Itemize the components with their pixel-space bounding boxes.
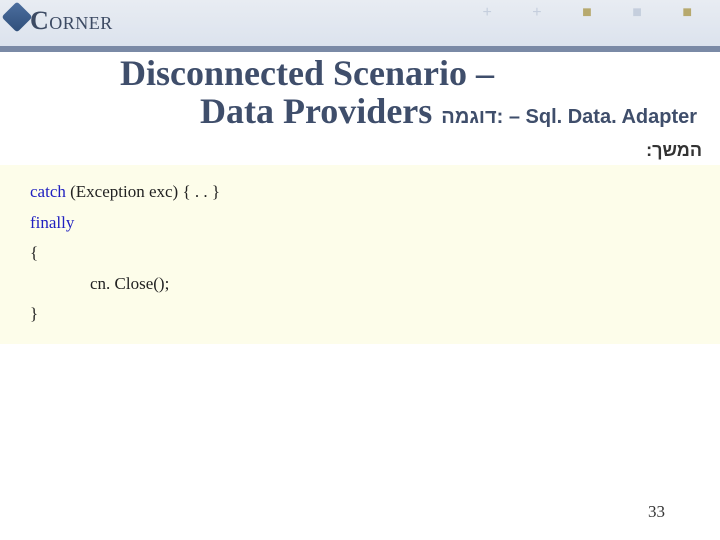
kw-finally: finally: [30, 213, 74, 232]
code-line-open-brace: {: [30, 238, 690, 269]
header-decor: + + ■ ■ ■: [483, 4, 710, 22]
corner-logo: CORNER: [6, 6, 113, 36]
code-line-close: cn. Close();: [30, 269, 690, 300]
page-number: 33: [648, 502, 665, 522]
code-block: catch (Exception exc) { . . } finally { …: [0, 165, 720, 344]
continuation-label: המשך:: [646, 140, 702, 161]
slide-title: Disconnected Scenario – Data Providers ד…: [120, 55, 697, 131]
title-eng: Sql. Data. Adapter: [526, 106, 698, 128]
title-line2-main: Data Providers: [200, 91, 441, 131]
code-line-finally: finally: [30, 208, 690, 239]
title-heb: דוגמה:: [441, 106, 503, 128]
title-line2: Data Providers דוגמה: – Sql. Data. Adapt…: [200, 93, 697, 131]
header-band: CORNER + + ■ ■ ■: [0, 0, 720, 52]
logo-text-rest: ORNER: [49, 13, 113, 33]
slide: CORNER + + ■ ■ ■ Disconnected Scenario –…: [0, 0, 720, 540]
title-line1: Disconnected Scenario –: [120, 55, 697, 93]
code-line-catch: catch (Exception exc) { . . }: [30, 177, 690, 208]
code-catch-rest: (Exception exc) { . . }: [66, 182, 220, 201]
title-dash: –: [503, 106, 525, 128]
code-line-close-brace: }: [30, 299, 690, 330]
logo-text: CORNER: [30, 6, 113, 36]
kw-catch: catch: [30, 182, 66, 201]
logo-diamond-icon: [1, 1, 32, 32]
